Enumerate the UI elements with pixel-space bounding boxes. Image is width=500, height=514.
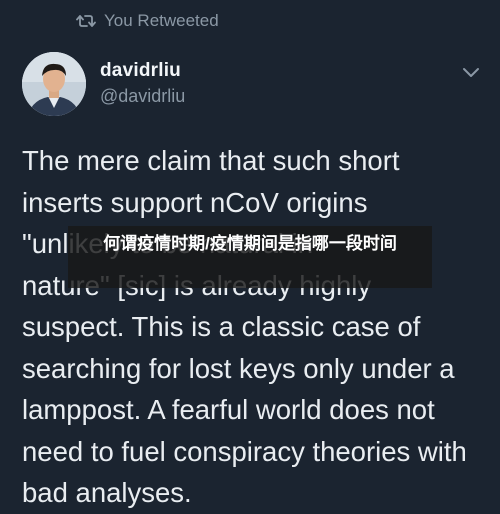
retweet-indicator: You Retweeted xyxy=(76,11,219,31)
tweet-text: The mere claim that such short inserts s… xyxy=(22,145,467,508)
avatar[interactable] xyxy=(22,52,86,116)
author-display-name[interactable]: davidrliu xyxy=(100,60,185,82)
chevron-down-icon[interactable] xyxy=(462,66,480,84)
retweet-label: You Retweeted xyxy=(104,11,219,30)
author-block: davidrliu @davidrliu xyxy=(100,60,185,107)
retweet-icon xyxy=(76,13,96,29)
author-handle[interactable]: @davidrliu xyxy=(100,86,185,107)
caption-overlay: 何谓疫情时期/疫情期间是指哪一段时间 xyxy=(68,226,432,288)
